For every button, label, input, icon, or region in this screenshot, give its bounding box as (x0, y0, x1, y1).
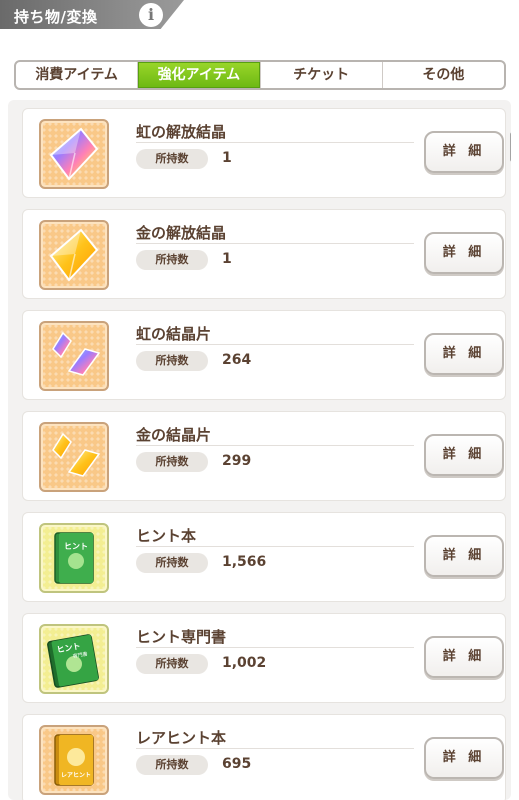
list-item: レアヒント レアヒント本 所持数 695 詳 細 (22, 714, 506, 800)
divider (136, 647, 414, 648)
detail-button[interactable]: 詳 細 (424, 737, 504, 779)
detail-button[interactable]: 詳 細 (424, 232, 504, 274)
list-item: 虹の解放結晶 所持数 1 詳 細 (22, 108, 506, 198)
count-value: 695 (222, 756, 252, 772)
divider (136, 142, 414, 143)
header-bar: 持ち物/変換 i (0, 0, 519, 34)
count-value: 1,566 (222, 554, 267, 570)
item-name: ヒント本 (136, 527, 197, 545)
item-name: レアヒント本 (136, 729, 227, 747)
page-title: 持ち物/変換 (14, 8, 98, 26)
divider (136, 748, 414, 749)
tab-tickets[interactable]: チケット (261, 62, 383, 88)
list-item: 金の結晶片 所持数 299 詳 細 (22, 411, 506, 501)
count-label: 所持数 (136, 553, 208, 573)
tab-consumables[interactable]: 消費アイテム (16, 62, 139, 88)
count-value: 1 (222, 251, 232, 267)
hint-textbook-icon: ヒント 専門書 (39, 624, 109, 694)
divider (136, 445, 414, 446)
detail-button[interactable]: 詳 細 (424, 434, 504, 476)
item-name: 金の解放結晶 (136, 224, 227, 242)
count-label: 所持数 (136, 452, 208, 472)
detail-button[interactable]: 詳 細 (424, 636, 504, 678)
count-value: 1,002 (222, 655, 267, 671)
count-label: 所持数 (136, 351, 208, 371)
rainbow-crystal-icon (39, 119, 109, 189)
count-label: 所持数 (136, 654, 208, 674)
gold-crystal-icon (39, 220, 109, 290)
item-name: 金の結晶片 (136, 426, 212, 444)
list-item: ヒント ヒント本 所持数 1,566 詳 細 (22, 512, 506, 602)
divider (136, 546, 414, 547)
book-cover-text: ヒント (64, 542, 88, 551)
category-tabs: 消費アイテム 強化アイテム チケット その他 (14, 60, 506, 90)
list-item: 虹の結晶片 所持数 264 詳 細 (22, 310, 506, 400)
detail-button[interactable]: 詳 細 (424, 535, 504, 577)
detail-button[interactable]: 詳 細 (424, 131, 504, 173)
list-item: 金の解放結晶 所持数 1 詳 細 (22, 209, 506, 299)
item-name: ヒント専門書 (136, 628, 227, 646)
hint-book-icon: ヒント (39, 523, 109, 593)
info-icon[interactable]: i (139, 3, 163, 27)
count-label: 所持数 (136, 149, 208, 169)
tab-enhancement-items[interactable]: 強化アイテム (138, 62, 261, 88)
scrollbar-thumb[interactable] (510, 132, 511, 162)
item-list[interactable]: 虹の解放結晶 所持数 1 詳 細 金の解放結晶 所持数 1 詳 細 虹の結晶片 … (8, 100, 511, 800)
detail-button[interactable]: 詳 細 (424, 333, 504, 375)
list-item: ヒント 専門書 ヒント専門書 所持数 1,002 詳 細 (22, 613, 506, 703)
count-value: 1 (222, 150, 232, 166)
gold-shard-icon (39, 422, 109, 492)
item-name: 虹の結晶片 (136, 325, 212, 343)
count-value: 299 (222, 453, 252, 469)
count-label: 所持数 (136, 250, 208, 270)
item-name: 虹の解放結晶 (136, 123, 227, 141)
rainbow-shard-icon (39, 321, 109, 391)
count-value: 264 (222, 352, 252, 368)
rare-hint-book-icon: レアヒント (39, 725, 109, 795)
tab-other[interactable]: その他 (383, 62, 504, 88)
book-cover-text: レアヒント (61, 772, 91, 779)
divider (136, 344, 414, 345)
divider (136, 243, 414, 244)
count-label: 所持数 (136, 755, 208, 775)
